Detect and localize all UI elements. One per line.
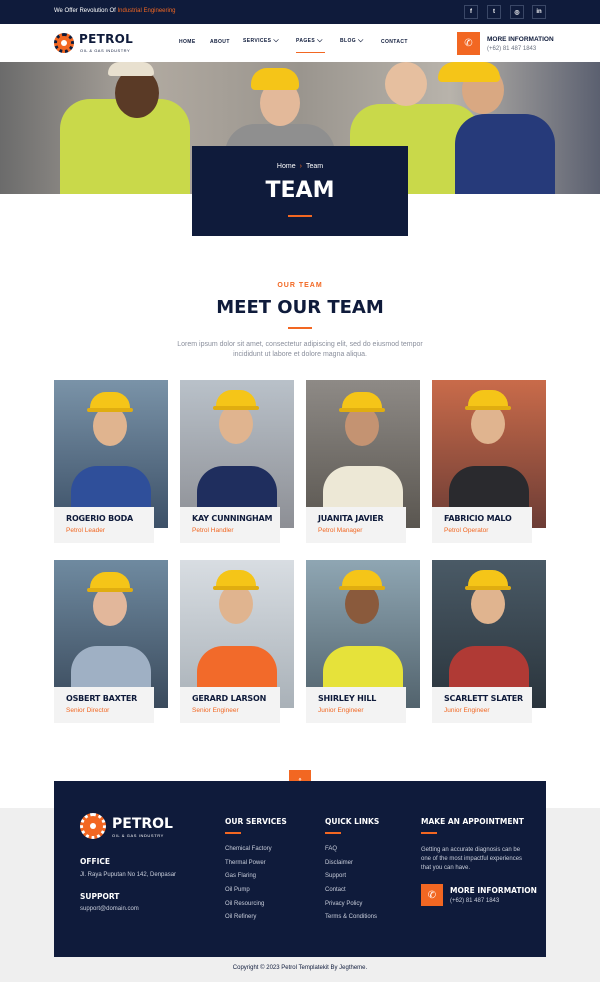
footer-divider xyxy=(421,832,437,834)
footer-service-link[interactable]: Oil Refinery xyxy=(225,914,272,928)
nav-home[interactable]: HOME xyxy=(179,39,196,45)
nav-active-underline xyxy=(296,52,325,53)
member-name: GERARD LARSON xyxy=(192,694,267,703)
team-member-photo[interactable] xyxy=(180,560,294,708)
member-role: Junior Engineer xyxy=(444,707,490,714)
top-bar-message: We Offer Revolution Of Industrial Engine… xyxy=(54,8,176,14)
chevron-right-icon: › xyxy=(299,163,302,170)
nav-contact[interactable]: CONTACT xyxy=(381,39,408,45)
footer-logo-tagline: OIL & GAS INDUSTRY xyxy=(112,833,164,838)
site-logo[interactable] xyxy=(54,33,74,53)
footer-quick-link[interactable]: Terms & Conditions xyxy=(325,914,377,928)
member-role: Petrol Handler xyxy=(192,527,234,534)
footer-links-list: FAQ Disclaimer Support Contact Privacy P… xyxy=(325,846,377,928)
team-member-card[interactable]: GERARD LARSON Senior Engineer xyxy=(180,687,280,723)
footer-service-link[interactable]: Chemical Factory xyxy=(225,846,272,860)
logo-name: PETROL xyxy=(79,32,134,46)
section-title: MEET OUR TEAM xyxy=(216,297,384,318)
chevron-down-icon: ⌵ xyxy=(358,37,364,44)
footer-office-address: Jl. Raya Puputan No 142, Denpasar xyxy=(80,872,177,878)
phone-icon[interactable]: ✆ xyxy=(421,884,443,906)
member-role: Senior Director xyxy=(66,707,110,714)
nav-pages[interactable]: PAGES ⌵ xyxy=(296,37,323,45)
footer-appointment-desc: Getting an accurate diagnosis can be one… xyxy=(421,847,523,871)
footer-divider xyxy=(225,832,241,834)
nav-blog[interactable]: BLOG ⌵ xyxy=(340,37,364,45)
footer-quick-link[interactable]: FAQ xyxy=(325,846,377,860)
section-eyebrow: OUR TEAM xyxy=(277,282,323,289)
footer-logo-name: PETROL xyxy=(112,816,173,832)
team-member-photo[interactable] xyxy=(54,560,168,708)
breadcrumb: Home › Team xyxy=(192,163,408,170)
team-member-photo[interactable] xyxy=(180,380,294,528)
footer-services-list: Chemical Factory Thermal Power Gas Flari… xyxy=(225,846,272,928)
footer-quick-link[interactable]: Disclaimer xyxy=(325,860,377,874)
nav-about[interactable]: ABOUT xyxy=(210,39,230,45)
linkedin-icon[interactable]: in xyxy=(532,5,546,19)
page-title: TEAM xyxy=(265,178,335,203)
team-member-card[interactable]: OSBERT BAXTER Senior Director xyxy=(54,687,154,723)
nav-services[interactable]: SERVICES ⌵ xyxy=(243,37,279,45)
footer-links-title: QUICK LINKS xyxy=(325,817,380,826)
footer-service-link[interactable]: Oil Pump xyxy=(225,887,272,901)
team-member-card[interactable]: KAY CUNNINGHAM Petrol Handler xyxy=(180,507,280,543)
section-description: Lorem ipsum dolor sit amet, consectetur … xyxy=(177,341,423,358)
footer-logo[interactable] xyxy=(80,813,106,839)
team-member-photo[interactable] xyxy=(54,380,168,528)
footer-office-title: OFFICE xyxy=(80,857,111,866)
footer-support-email[interactable]: support@domain.com xyxy=(80,906,139,912)
header-info-title: MORE INFORMATION xyxy=(487,36,554,43)
member-role: Senior Engineer xyxy=(192,707,239,714)
footer-support-title: SUPPORT xyxy=(80,892,120,901)
twitter-icon[interactable]: t xyxy=(487,5,501,19)
footer-info-title: MORE INFORMATION xyxy=(450,886,537,895)
team-member-photo[interactable] xyxy=(306,380,420,528)
member-name: KAY CUNNINGHAM xyxy=(192,514,273,523)
team-member-card[interactable]: JUANITA JAVIER Petrol Manager xyxy=(306,507,406,543)
facebook-icon[interactable]: f xyxy=(464,5,478,19)
member-role: Petrol Manager xyxy=(318,527,363,534)
footer-quick-link[interactable]: Contact xyxy=(325,887,377,901)
footer-info-phone[interactable]: (+62) 81 487 1843 xyxy=(450,898,499,904)
member-name: SCARLETT SLATER xyxy=(444,694,523,703)
footer-quick-link[interactable]: Support xyxy=(325,873,377,887)
breadcrumb-home[interactable]: Home xyxy=(277,163,296,170)
top-bar-highlight: Industrial Engineering xyxy=(117,8,176,14)
team-member-card[interactable]: SHIRLEY HILL Junior Engineer xyxy=(306,687,406,723)
top-bar: We Offer Revolution Of Industrial Engine… xyxy=(0,0,600,24)
member-role: Petrol Operator xyxy=(444,527,489,534)
member-name: OSBERT BAXTER xyxy=(66,694,138,703)
gear-logo-icon xyxy=(80,813,106,839)
team-member-card[interactable]: SCARLETT SLATER Junior Engineer xyxy=(432,687,532,723)
phone-icon[interactable]: ✆ xyxy=(457,32,480,55)
member-name: JUANITA JAVIER xyxy=(318,514,384,523)
footer-appointment-title: MAKE AN APPOINTMENT xyxy=(421,817,524,826)
section-divider xyxy=(288,327,312,329)
team-member-card[interactable]: ROGERIO BODA Petrol Leader xyxy=(54,507,154,543)
member-role: Petrol Leader xyxy=(66,527,106,534)
footer-service-link[interactable]: Oil Resourcing xyxy=(225,901,272,915)
member-name: FABRICIO MALO xyxy=(444,514,512,523)
footer-quick-link[interactable]: Privacy Policy xyxy=(325,901,377,915)
chevron-down-icon: ⌵ xyxy=(317,37,323,44)
team-member-photo[interactable] xyxy=(432,380,546,528)
member-name: ROGERIO BODA xyxy=(66,514,134,523)
chevron-down-icon: ⌵ xyxy=(273,37,280,44)
logo-tagline: OIL & GAS INDUSTRY xyxy=(80,48,131,53)
instagram-icon[interactable]: ◎ xyxy=(510,5,524,19)
member-role: Junior Engineer xyxy=(318,707,364,714)
breadcrumb-current: Team xyxy=(305,163,324,170)
title-divider xyxy=(288,215,312,217)
member-name: SHIRLEY HILL xyxy=(318,694,377,703)
footer-service-link[interactable]: Gas Flaring xyxy=(225,873,272,887)
footer-divider xyxy=(325,832,341,834)
team-member-card[interactable]: FABRICIO MALO Petrol Operator xyxy=(432,507,532,543)
team-member-photo[interactable] xyxy=(432,560,546,708)
footer-services-title: OUR SERVICES xyxy=(225,817,287,826)
gear-logo-icon xyxy=(54,33,74,53)
copyright-text: Copyright © 2023 Petrol Templatekit By J… xyxy=(232,965,368,971)
header-info-phone[interactable]: (+62) 81 487 1843 xyxy=(487,46,536,52)
footer-service-link[interactable]: Thermal Power xyxy=(225,860,272,874)
team-member-photo[interactable] xyxy=(306,560,420,708)
